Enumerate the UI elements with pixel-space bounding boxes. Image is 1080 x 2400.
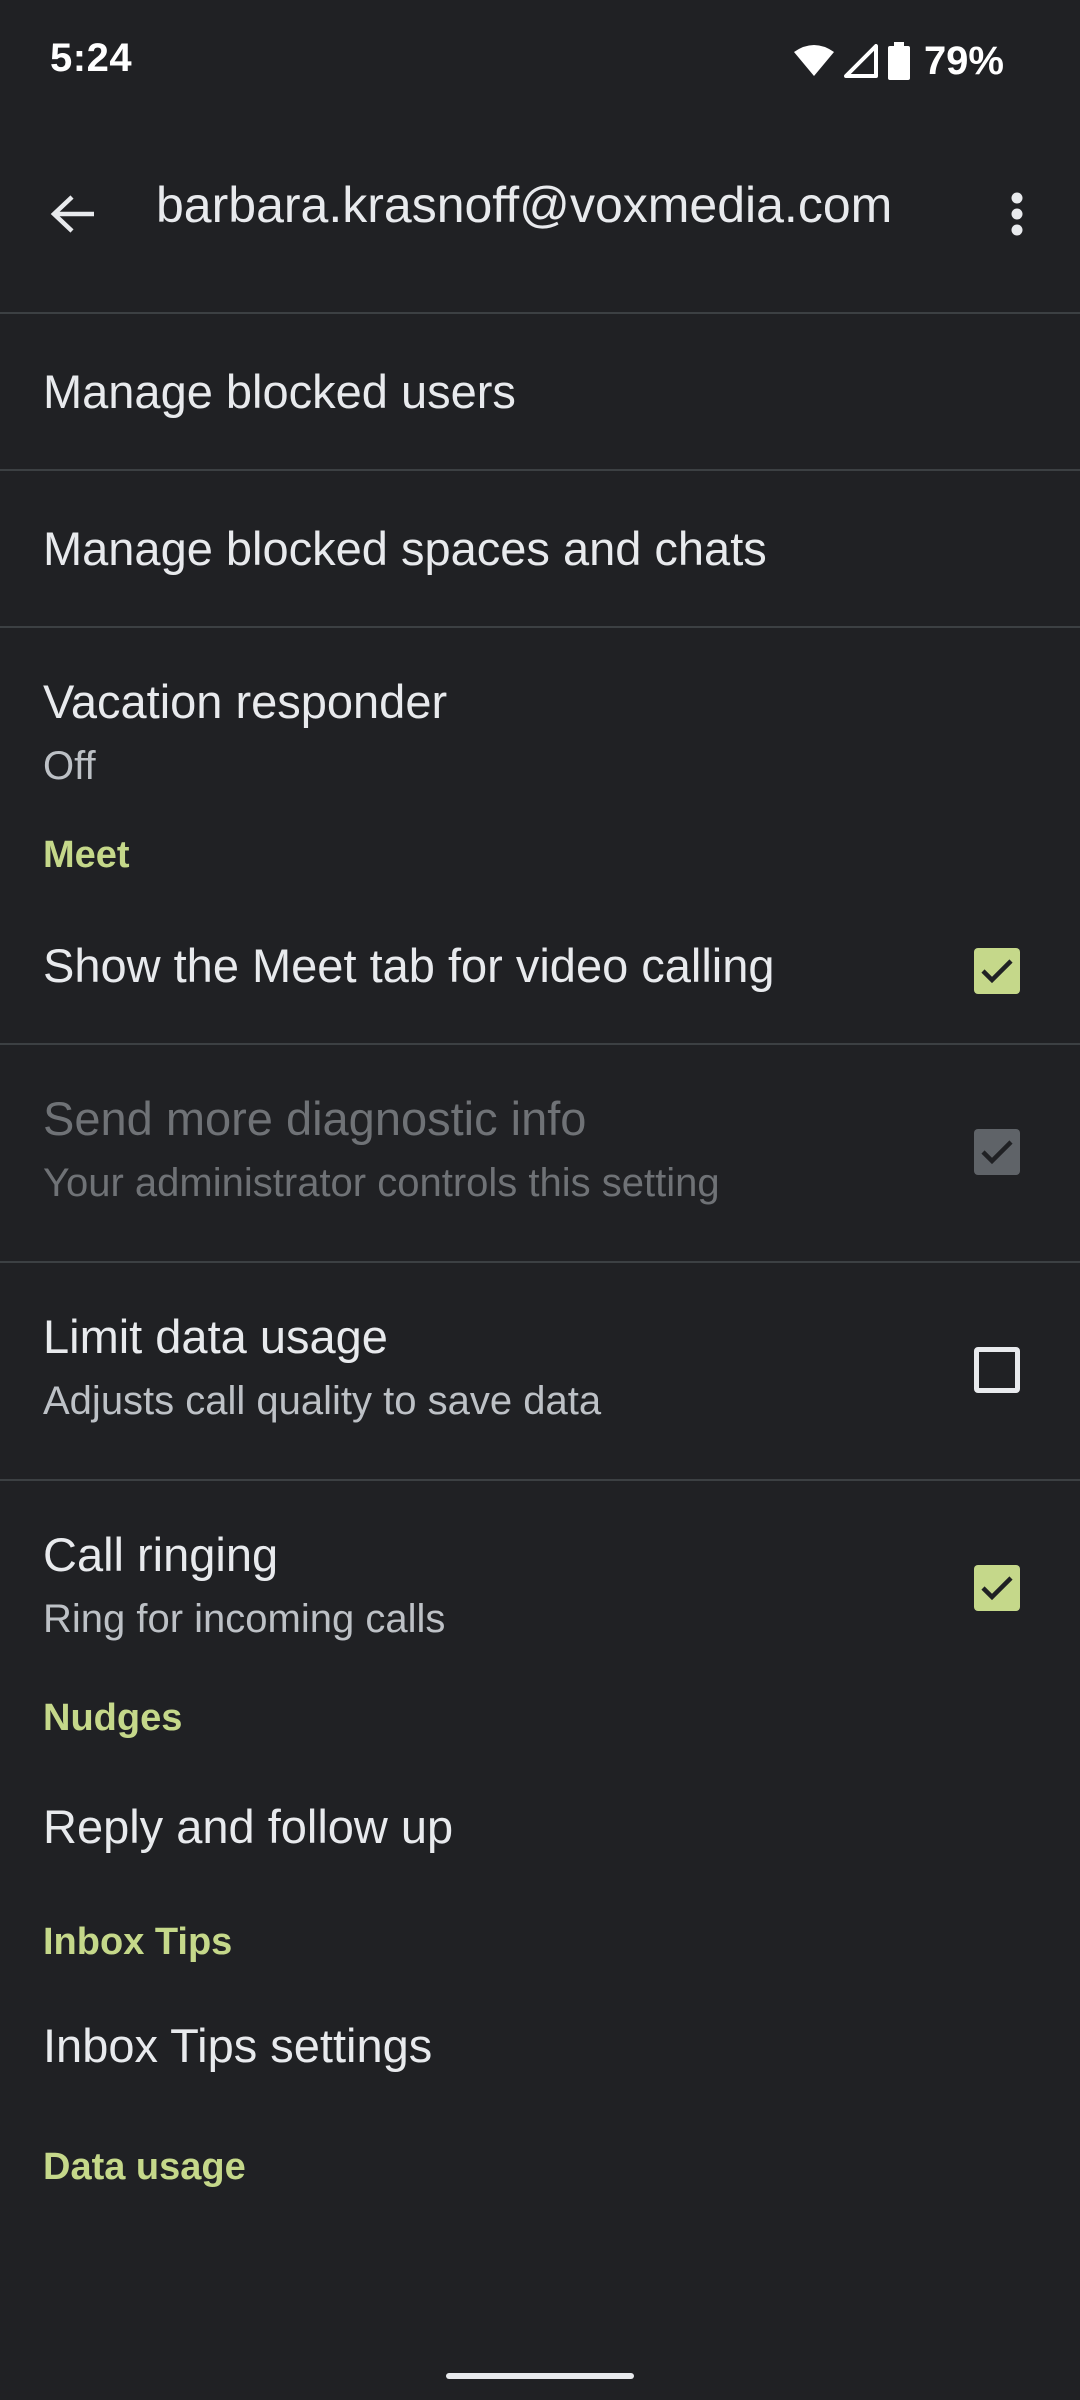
more-vert-icon [1011, 192, 1023, 236]
call-ringing-item[interactable]: Call ringing Ring for incoming calls [0, 1481, 1080, 1697]
status-time: 5:24 [50, 36, 133, 80]
manage-blocked-users-item[interactable]: Manage blocked users [0, 314, 1080, 469]
item-title: Manage blocked users [43, 365, 516, 418]
item-title: Limit data usage [43, 1310, 388, 1363]
status-bar: 5:24 79% [0, 0, 1080, 124]
item-title: Send more diagnostic info [43, 1092, 587, 1145]
back-button[interactable] [30, 171, 116, 257]
check-icon [981, 1140, 1013, 1165]
item-title: Call ringing [43, 1528, 279, 1581]
item-title: Reply and follow up [43, 1800, 454, 1853]
inbox-tips-settings-item[interactable]: Inbox Tips settings [0, 2002, 1080, 2142]
meet-tab-item[interactable]: Show the Meet tab for video calling [0, 908, 1080, 1043]
manage-blocked-spaces-item[interactable]: Manage blocked spaces and chats [0, 471, 1080, 626]
diagnostic-checkbox [974, 1129, 1020, 1175]
battery-percent: 79% [923, 38, 1004, 83]
item-title: Inbox Tips settings [43, 2019, 433, 2072]
item-subtitle: Ring for incoming calls [43, 1597, 446, 1641]
diagnostic-info-item: Send more diagnostic info Your administr… [0, 1045, 1080, 1261]
section-header-meet: Meet [43, 834, 130, 876]
item-title: Show the Meet tab for video calling [43, 939, 775, 992]
reply-follow-up-item[interactable]: Reply and follow up [0, 1777, 1080, 1917]
item-subtitle: Adjusts call quality to save data [43, 1379, 602, 1423]
status-icons: 79% [793, 36, 1004, 86]
arrow-back-icon [50, 195, 94, 233]
section-header-nudges: Nudges [43, 1697, 183, 1739]
more-options-button[interactable] [974, 171, 1060, 257]
call-ringing-checkbox[interactable] [974, 1565, 1020, 1611]
meet-tab-checkbox[interactable] [974, 948, 1020, 994]
limit-data-checkbox[interactable] [974, 1347, 1020, 1393]
battery-icon [887, 42, 910, 80]
section-header-inbox-tips: Inbox Tips [43, 1921, 233, 1963]
nav-bar-area [0, 2330, 1080, 2400]
item-title: Vacation responder [43, 675, 448, 728]
app-bar: barbara.krasnoff@voxmedia.com [0, 124, 1080, 314]
item-title: Manage blocked spaces and chats [43, 522, 767, 575]
cell-signal-icon [843, 44, 878, 78]
settings-list: Manage blocked users Manage blocked spac… [0, 312, 1080, 2202]
section-header-data-usage: Data usage [43, 2146, 246, 2188]
item-subtitle: Your administrator controls this setting [43, 1161, 720, 1205]
check-icon [981, 1576, 1013, 1601]
gesture-nav-handle[interactable] [446, 2373, 634, 2379]
limit-data-usage-item[interactable]: Limit data usage Adjusts call quality to… [0, 1263, 1080, 1479]
item-subtitle: Off [43, 744, 96, 788]
check-icon [981, 959, 1013, 984]
account-title: barbara.krasnoff@voxmedia.com [156, 177, 893, 233]
wifi-icon [793, 45, 834, 77]
vacation-responder-item[interactable]: Vacation responder Off [0, 628, 1080, 828]
